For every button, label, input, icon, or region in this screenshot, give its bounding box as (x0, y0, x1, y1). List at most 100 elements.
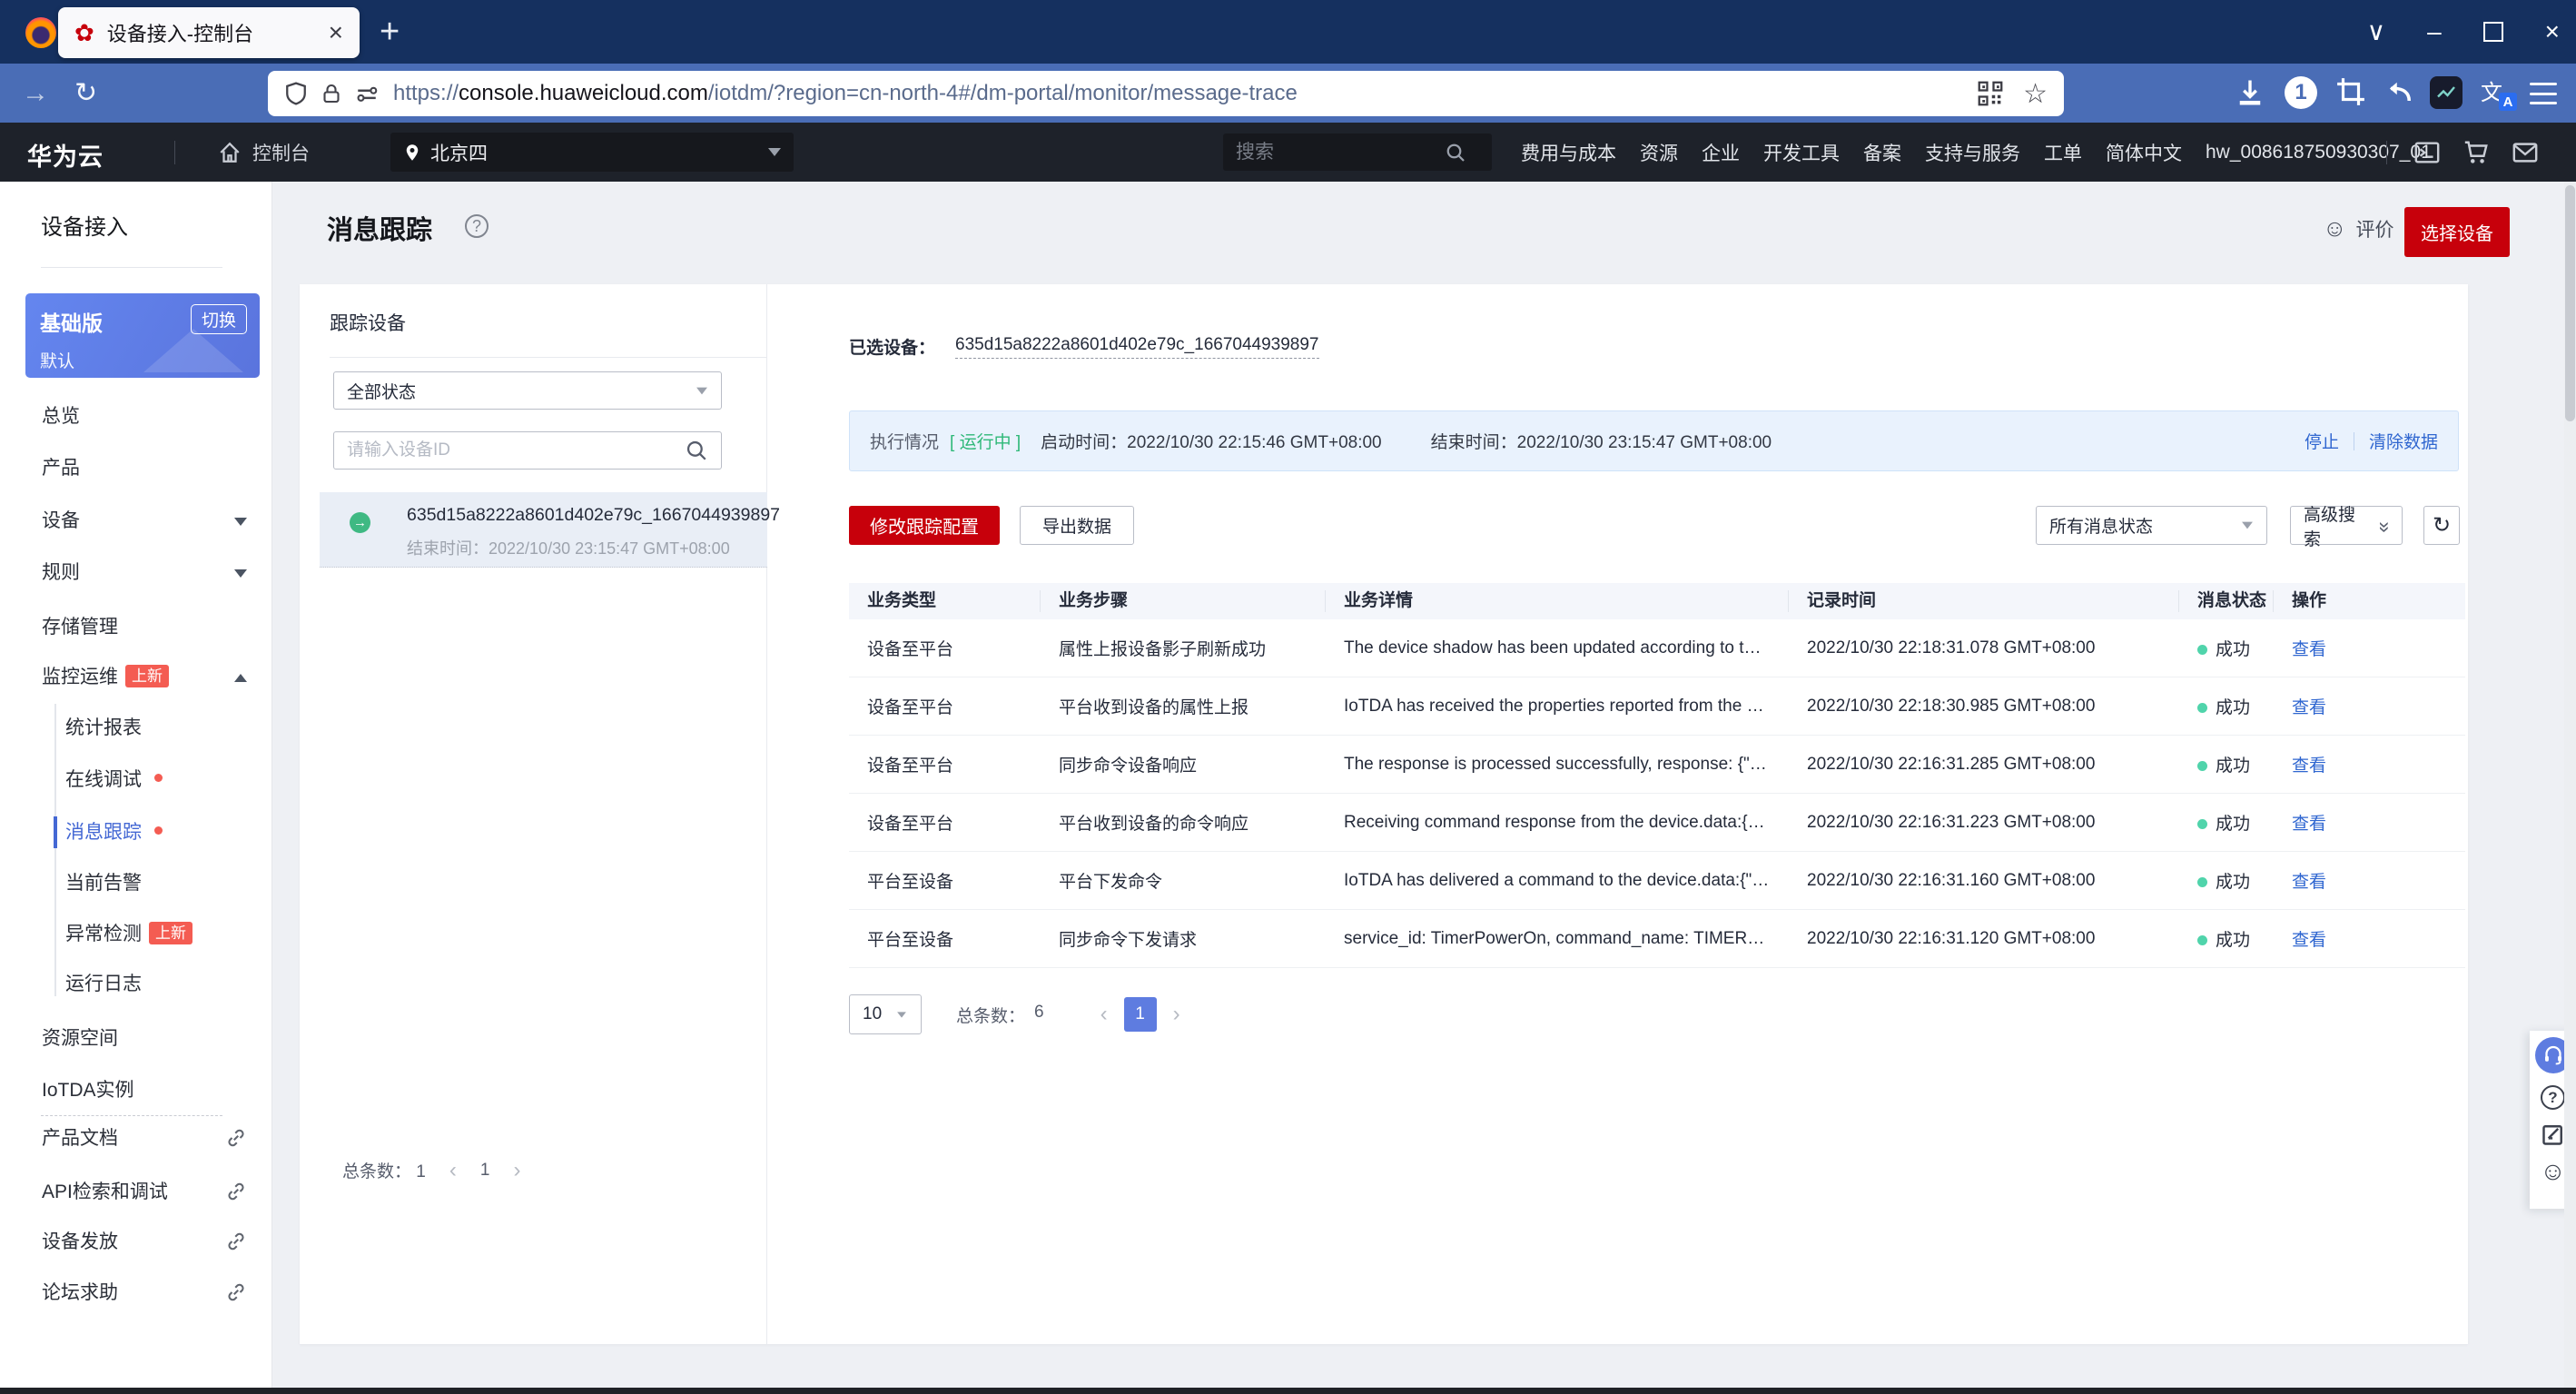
search-icon[interactable] (685, 439, 708, 462)
region-selector[interactable]: 北京四 (390, 133, 794, 172)
red-dot-badge (154, 774, 163, 782)
mail-icon[interactable] (2512, 139, 2539, 166)
url-text[interactable]: https://console.huaweicloud.com/iotdm/?r… (393, 81, 1978, 106)
sidebar-item-run-logs[interactable]: 运行日志 (0, 958, 272, 1010)
stop-link[interactable]: 停止 (2305, 429, 2339, 453)
next-page-icon[interactable]: › (1173, 1002, 1180, 1027)
sidebar-item-statistics[interactable]: 统计报表 (0, 702, 272, 754)
tab-close-icon[interactable]: × (318, 18, 343, 47)
prev-page-icon[interactable]: ‹ (449, 1160, 457, 1181)
help-button[interactable]: ? (2540, 1083, 2567, 1111)
extension-icon[interactable] (2430, 76, 2462, 109)
console-terminal-icon[interactable] (2413, 139, 2441, 166)
device-status-filter[interactable]: 全部状态 (333, 371, 722, 410)
view-link[interactable]: 查看 (2292, 815, 2326, 834)
sidebar-item-product[interactable]: 产品 (0, 442, 272, 494)
tracker-current-page[interactable]: 1 (480, 1161, 490, 1181)
advanced-search-button[interactable]: 高级搜索» (2290, 506, 2403, 545)
sidebar-item-forum-help[interactable]: 论坛求助 (0, 1267, 272, 1319)
search-icon[interactable] (1445, 142, 1466, 163)
nav-item-ticket[interactable]: 工单 (2044, 139, 2082, 166)
refresh-button[interactable]: ↻ (2423, 506, 2460, 545)
huaweicloud-logo[interactable]: 华为云 (27, 137, 104, 173)
nav-item-support[interactable]: 支持与服务 (1925, 139, 2020, 166)
firefox-icon[interactable] (25, 17, 56, 48)
message-status-filter[interactable]: 所有消息状态 (2036, 506, 2267, 545)
select-device-button[interactable]: 选择设备 (2404, 207, 2510, 257)
feedback-link[interactable]: ☺评价 (2323, 214, 2394, 242)
reload-button[interactable]: ↻ (74, 77, 97, 109)
sidebar-item-resource-space[interactable]: 资源空间 (0, 1013, 272, 1064)
view-link[interactable]: 查看 (2292, 873, 2326, 892)
scrollbar-thumb[interactable] (2565, 185, 2575, 421)
nav-item-enterprise[interactable]: 企业 (1702, 139, 1740, 166)
forward-button[interactable]: → (22, 78, 49, 109)
cell-status: 成功 (2179, 752, 2274, 776)
sidebar-item-rules[interactable]: 规则 (0, 547, 272, 598)
sidebar-item-anomaly-detection[interactable]: 异常检测上新 (0, 908, 272, 960)
modify-trace-config-button[interactable]: 修改跟踪配置 (849, 506, 1000, 545)
feedback-note-button[interactable] (2540, 1121, 2567, 1148)
help-icon[interactable]: ? (465, 214, 489, 238)
browser-tab[interactable]: ✿ 设备接入-控制台 × (58, 7, 360, 58)
sidebar-item-online-debug[interactable]: 在线调试 (0, 754, 272, 806)
nav-item-language[interactable]: 简体中文 (2106, 139, 2182, 166)
window-close-button[interactable]: × (2545, 19, 2560, 44)
sidebar-item-device[interactable]: 设备 (0, 495, 272, 547)
cell-detail: The device shadow has been updated accor… (1326, 638, 1789, 658)
console-home-link[interactable]: 控制台 (218, 123, 310, 182)
qr-code-icon[interactable] (1978, 81, 2003, 106)
view-link[interactable]: 查看 (2292, 756, 2326, 776)
sidebar-item-message-trace[interactable]: 消息跟踪 (0, 806, 272, 858)
global-search-input[interactable] (1236, 142, 1445, 163)
new-tab-button[interactable]: + (380, 13, 400, 51)
view-link[interactable]: 查看 (2292, 698, 2326, 717)
permissions-icon[interactable] (355, 82, 379, 105)
device-id-search[interactable] (333, 431, 722, 470)
url-bar[interactable]: https://console.huaweicloud.com/iotdm/?r… (268, 71, 2064, 116)
sidebar-item-api-explorer[interactable]: API检索和调试 (0, 1166, 272, 1218)
page-size-select[interactable]: 10 (849, 994, 922, 1034)
sidebar-item-storage[interactable]: 存储管理 (0, 601, 272, 653)
global-search[interactable] (1223, 133, 1492, 171)
tracked-device-list-item[interactable]: → 635d15a8222a8601d402e79c_1667044939897… (320, 492, 767, 568)
nav-item-cost[interactable]: 费用与成本 (1521, 139, 1616, 166)
sidebar-item-overview[interactable]: 总览 (0, 391, 272, 442)
selected-device-id[interactable]: 635d15a8222a8601d402e79c_1667044939897 (955, 335, 1318, 359)
window-maximize-button[interactable] (2483, 22, 2503, 42)
nav-item-devtools[interactable]: 开发工具 (1763, 139, 1840, 166)
edition-switch-button[interactable]: 切换 (191, 304, 247, 334)
cart-icon[interactable] (2462, 139, 2490, 166)
window-minimize-button[interactable]: – (2427, 19, 2442, 44)
satisfaction-button[interactable]: ☺ (2540, 1158, 2567, 1185)
view-link[interactable]: 查看 (2292, 931, 2326, 950)
download-icon[interactable] (2234, 76, 2266, 109)
sidebar-item-device-provisioning[interactable]: 设备发放 (0, 1216, 272, 1268)
edition-card[interactable]: 基础版 切换 默认 (25, 293, 260, 378)
device-id-search-input[interactable] (347, 440, 685, 460)
clear-data-link[interactable]: 清除数据 (2369, 429, 2438, 453)
undo-arrow-icon[interactable] (2383, 76, 2415, 109)
export-data-button[interactable]: 导出数据 (1020, 506, 1134, 545)
nav-item-icp[interactable]: 备案 (1863, 139, 1901, 166)
account-name[interactable]: hw_008618750930307_01 (2206, 142, 2432, 163)
current-page[interactable]: 1 (1124, 997, 1157, 1032)
scrollbar[interactable] (2564, 182, 2576, 1388)
bookmark-star-icon[interactable]: ☆ (2023, 78, 2048, 110)
shield-icon[interactable] (284, 82, 308, 105)
extension-badge-icon[interactable]: 1 (2285, 76, 2317, 109)
nav-item-resources[interactable]: 资源 (1640, 139, 1678, 166)
menu-icon[interactable] (2530, 83, 2557, 104)
prev-page-icon[interactable]: ‹ (1100, 1002, 1108, 1027)
sidebar-item-monitor[interactable]: 监控运维上新 (0, 651, 272, 703)
sidebar-item-product-docs[interactable]: 产品文档 (0, 1112, 272, 1164)
next-page-icon[interactable]: › (513, 1160, 520, 1181)
translate-icon[interactable]: 文A (2481, 74, 2515, 111)
message-trace-table: 业务类型 业务步骤 业务详情 记录时间 消息状态 操作 设备至平台 属性上报设备… (849, 583, 2465, 968)
view-link[interactable]: 查看 (2292, 640, 2326, 659)
screenshot-crop-icon[interactable] (2335, 76, 2366, 107)
tabs-dropdown-icon[interactable]: ∨ (2367, 19, 2386, 44)
sidebar-item-iotda-instance[interactable]: IoTDA实例 (0, 1064, 272, 1116)
lock-icon[interactable] (321, 82, 342, 105)
sidebar-item-current-alarms[interactable]: 当前告警 (0, 857, 272, 909)
